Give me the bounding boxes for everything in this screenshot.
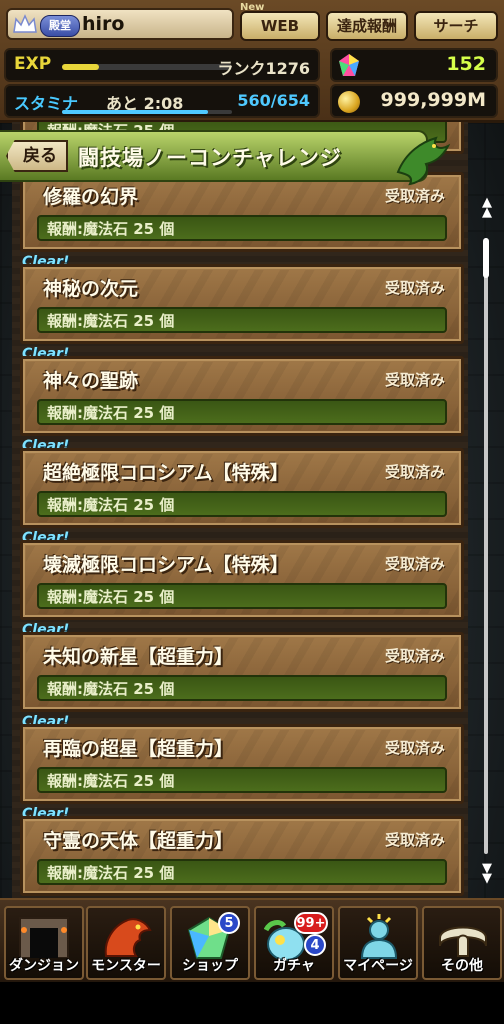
bottom-nav: ダンジョン モンスター 5 ショップ 99+ 4 ガチャ マイページ その他 — [0, 898, 504, 984]
reward-bar: 報酬:魔法石 25 個 — [37, 767, 447, 793]
scroll-down-icon[interactable]: ▼ ▼ — [480, 862, 494, 885]
achievement-reward-button[interactable]: 達成報酬 — [326, 11, 408, 41]
player-card[interactable]: 殿堂 hiro — [6, 8, 234, 40]
reward-bar: 報酬:魔法石 25 個 — [37, 583, 447, 609]
gacha-badge: 4 — [304, 934, 326, 956]
shop-badge: 5 — [218, 912, 240, 934]
nav-label: マイページ — [343, 958, 413, 974]
page-title-bar: 戻る 闘技場ノーコンチャレンジ — [0, 130, 428, 182]
dungeon-icon — [19, 917, 69, 958]
item-status: 受取済み — [384, 555, 445, 573]
mission-list[interactable]: 報酬:魔法石 25 個 修羅の幻界 受取済み 報酬:魔法石 25 個 Clear… — [0, 122, 504, 898]
scroll-up-icon[interactable]: ▲ ▲ — [480, 196, 494, 219]
exp-bar-fill — [62, 64, 100, 70]
reward-text: 報酬:魔法石 25 個 — [47, 496, 175, 514]
item-status: 受取済み — [384, 371, 445, 389]
item-title: 再臨の超星【超重力】 — [43, 738, 234, 760]
magic-stone-icon — [339, 54, 359, 76]
coin-count: 999,999M — [380, 89, 486, 111]
list-item[interactable]: 守霊の天体【超重力】 受取済み 報酬:魔法石 25 個 — [20, 816, 464, 896]
monster-icon — [104, 918, 152, 957]
item-title: 修羅の幻界 — [43, 186, 139, 208]
reward-text: 報酬:魔法石 25 個 — [47, 680, 175, 698]
game-screen: 殿堂 hiro New WEB 達成報酬 サーチ EXP ランク1276 スタミ… — [0, 0, 504, 1024]
coin-icon — [338, 91, 360, 113]
mypage-icon — [360, 914, 398, 959]
web-button[interactable]: WEB — [240, 11, 320, 41]
nav-label: モンスター — [91, 958, 161, 974]
reward-text: 報酬:魔法石 25 個 — [47, 588, 175, 606]
nav-shop-button[interactable]: 5 ショップ — [170, 906, 250, 980]
reward-bar: 報酬:魔法石 25 個 — [37, 215, 447, 241]
stamina-value: 560/654 — [237, 91, 310, 110]
coin-panel: 999,999M — [330, 84, 498, 118]
rank-badge: 殿堂 — [40, 15, 80, 37]
stamina-panel: スタミナ あと 2:08 560/654 — [4, 84, 320, 118]
other-icon — [439, 926, 487, 957]
player-name: hiro — [82, 13, 125, 35]
reward-text: 報酬:魔法石 25 個 — [47, 772, 175, 790]
reward-bar: 報酬:魔法石 25 個 — [37, 491, 447, 517]
item-title: 壊滅極限コロシアム【特殊】 — [43, 554, 289, 576]
nav-other-button[interactable]: その他 — [422, 906, 502, 980]
item-status: 受取済み — [384, 187, 445, 205]
exp-panel: EXP ランク1276 — [4, 48, 320, 82]
item-status: 受取済み — [384, 279, 445, 297]
list-item[interactable]: 神々の聖跡 受取済み 報酬:魔法石 25 個 — [20, 356, 464, 436]
item-status: 受取済み — [384, 647, 445, 665]
magic-stone-count: 152 — [446, 53, 486, 75]
item-status: 受取済み — [384, 739, 445, 757]
nav-label: その他 — [441, 958, 483, 974]
status-header: 殿堂 hiro New WEB 達成報酬 サーチ EXP ランク1276 スタミ… — [0, 0, 504, 123]
stamina-bar-fill — [62, 110, 208, 114]
dragon-icon — [396, 136, 451, 186]
exp-label: EXP — [14, 54, 52, 74]
reward-text: 報酬:魔法石 25 個 — [47, 864, 175, 882]
item-title: 守霊の天体【超重力】 — [43, 830, 234, 852]
page-title: 闘技場ノーコンチャレンジ — [78, 146, 342, 170]
item-title: 超絶極限コロシアム【特殊】 — [43, 462, 289, 484]
nav-label: ガチャ — [273, 958, 315, 974]
item-status: 受取済み — [384, 463, 445, 481]
exp-bar — [62, 64, 232, 70]
nav-mypage-button[interactable]: マイページ — [338, 906, 418, 980]
rank-text: ランク1276 — [217, 59, 310, 78]
list-item[interactable]: 超絶極限コロシアム【特殊】 受取済み 報酬:魔法石 25 個 — [20, 448, 464, 528]
crown-icon — [13, 14, 37, 33]
list-item[interactable]: 壊滅極限コロシアム【特殊】 受取済み 報酬:魔法石 25 個 — [20, 540, 464, 620]
stamina-bar — [62, 110, 232, 114]
reward-text: 報酬:魔法石 25 個 — [47, 404, 175, 422]
item-status: 受取済み — [384, 831, 445, 849]
list-item[interactable]: 神秘の次元 受取済み 報酬:魔法石 25 個 — [20, 264, 464, 344]
reward-text: 報酬:魔法石 25 個 — [47, 220, 175, 238]
system-bar — [0, 982, 504, 1024]
magic-stone-panel: 152 — [330, 48, 498, 82]
reward-bar: 報酬:魔法石 25 個 — [37, 675, 447, 701]
nav-label: ショップ — [182, 958, 238, 974]
nav-gacha-button[interactable]: 99+ 4 ガチャ — [254, 906, 334, 980]
reward-bar: 報酬:魔法石 25 個 — [37, 399, 447, 425]
reward-bar: 報酬:魔法石 25 個 — [37, 859, 447, 885]
nav-dungeon-button[interactable]: ダンジョン — [4, 906, 84, 980]
reward-bar: 報酬:魔法石 25 個 — [37, 307, 447, 333]
scrollbar-thumb[interactable] — [483, 238, 489, 278]
item-title: 未知の新星【超重力】 — [43, 646, 234, 668]
item-title: 神秘の次元 — [43, 278, 139, 300]
scrollbar-track[interactable] — [484, 238, 488, 854]
nav-label: ダンジョン — [9, 958, 79, 974]
gacha-badge-red: 99+ — [294, 912, 328, 934]
search-button[interactable]: サーチ — [414, 11, 498, 41]
back-button[interactable]: 戻る — [6, 140, 68, 172]
reward-text: 報酬:魔法石 25 個 — [47, 312, 175, 330]
list-item[interactable]: 未知の新星【超重力】 受取済み 報酬:魔法石 25 個 — [20, 632, 464, 712]
list-item[interactable]: 再臨の超星【超重力】 受取済み 報酬:魔法石 25 個 — [20, 724, 464, 804]
item-title: 神々の聖跡 — [43, 370, 139, 392]
nav-monster-button[interactable]: モンスター — [86, 906, 166, 980]
